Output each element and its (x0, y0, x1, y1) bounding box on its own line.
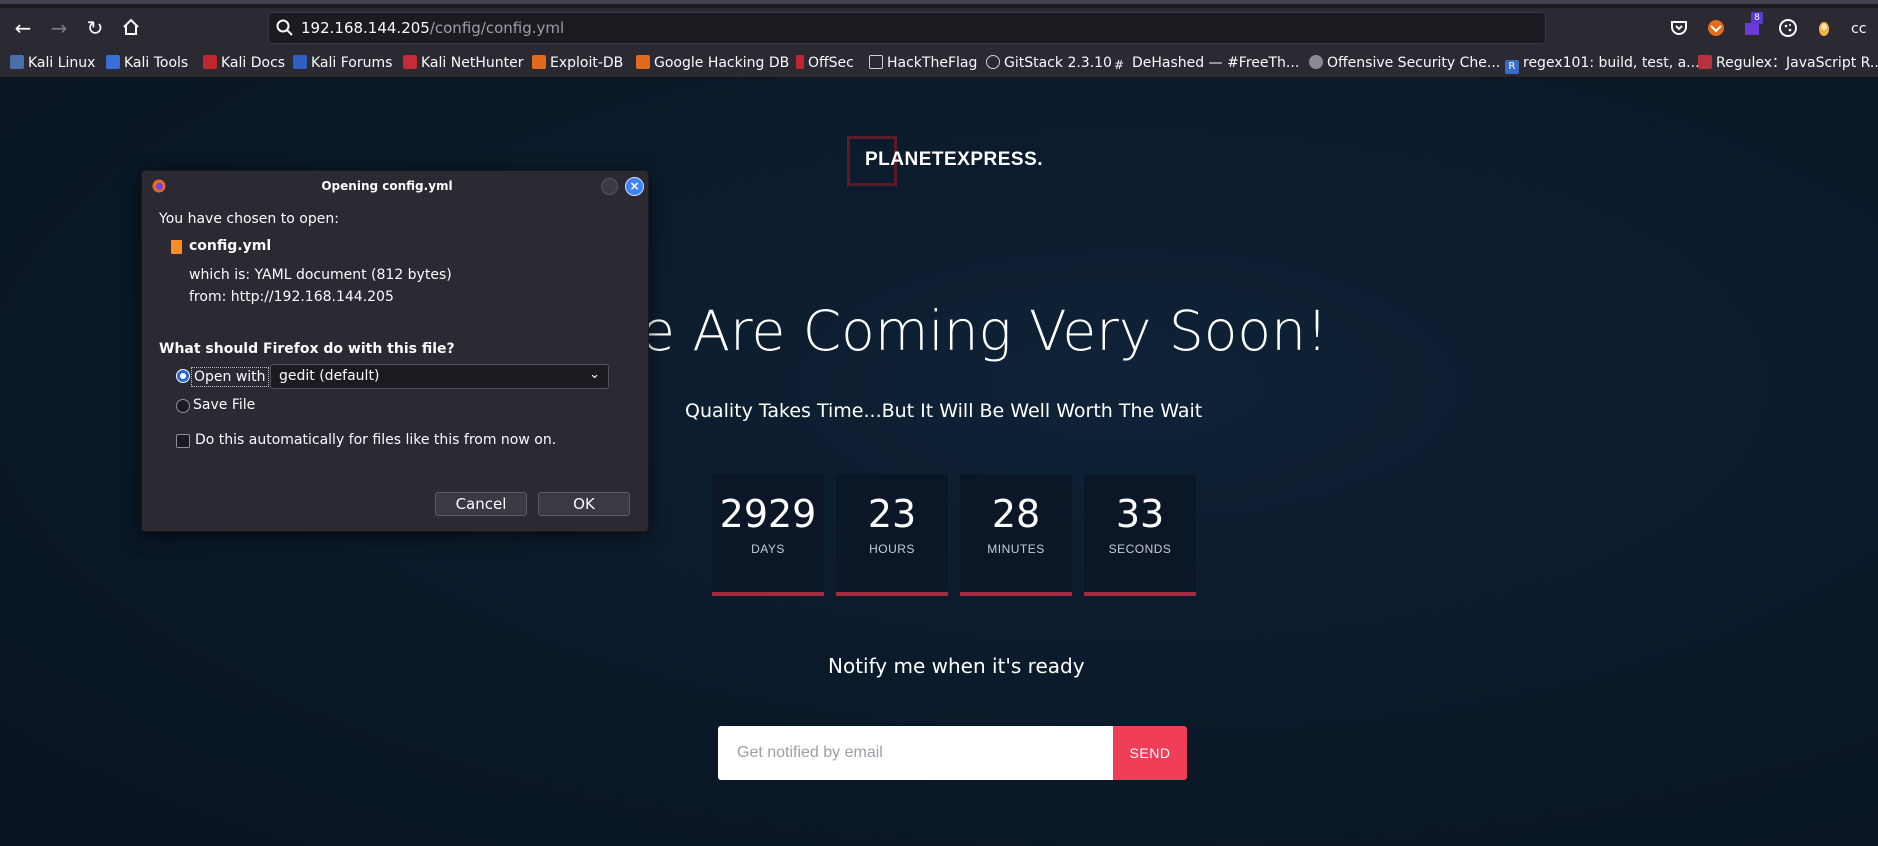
bookmark-kali-nethunter[interactable]: Kali NetHunter (403, 53, 523, 73)
countdown-hours: 23 HOURS (836, 474, 948, 596)
bookmark-kali-tools[interactable]: Kali Tools (106, 53, 188, 73)
bookmark-offsec[interactable]: OffSec (796, 53, 854, 73)
cookie-icon[interactable] (1777, 17, 1799, 39)
cancel-button[interactable]: Cancel (435, 492, 527, 516)
send-button[interactable]: SEND (1113, 726, 1187, 780)
file-type: which is: YAML document (812 bytes) (189, 267, 452, 283)
minimize-button[interactable] (601, 178, 618, 195)
save-file-label[interactable]: Save File (193, 397, 255, 413)
countdown-seconds: 33 SECONDS (1084, 474, 1196, 596)
file-icon (171, 240, 182, 254)
download-dialog: Opening config.yml × You have chosen to … (141, 170, 649, 532)
dialog-title: Opening config.yml (321, 179, 453, 193)
kali-tools-icon (106, 55, 120, 69)
bookmark-kali-docs[interactable]: Kali Docs (203, 53, 285, 73)
file-name: config.yml (189, 238, 272, 254)
ok-button[interactable]: OK (538, 492, 630, 516)
countdown-label: SECONDS (1108, 542, 1172, 556)
pocket-icon[interactable] (1668, 17, 1690, 39)
dialog-titlebar[interactable]: Opening config.yml × (142, 171, 648, 201)
intro-text: You have chosen to open: (159, 211, 339, 227)
close-button[interactable]: × (625, 177, 644, 196)
url-host: 192.168.144.205 (301, 19, 430, 37)
cheatsheet-icon (1309, 55, 1323, 69)
application-select[interactable]: gedit (default) ⌄ (270, 364, 609, 389)
countdown-value: 28 (991, 492, 1041, 536)
back-button[interactable]: ← (10, 15, 36, 41)
exploit-db-icon (532, 55, 546, 69)
bookmark-regex101[interactable]: Rregex101: build, test, a... (1505, 53, 1700, 74)
countdown-label: MINUTES (987, 542, 1045, 556)
countdown-label: DAYS (751, 542, 785, 556)
search-icon (276, 19, 293, 36)
flag-icon (869, 55, 883, 69)
auto-checkbox[interactable] (176, 434, 190, 448)
countdown-minutes: 28 MINUTES (960, 474, 1072, 596)
url-path: /config/config.yml (429, 19, 565, 37)
extension-button[interactable]: 8 (1741, 12, 1763, 39)
bookmark-kali-forums[interactable]: Kali Forums (293, 53, 392, 73)
ghdb-icon (636, 55, 650, 69)
foxyproxy-icon[interactable] (1705, 17, 1727, 39)
site-logo[interactable]: PLANETEXPRESS. (865, 149, 1043, 171)
regex101-icon: R (1505, 60, 1519, 74)
kali-dragon-icon (10, 55, 24, 69)
countdown-value: 23 (867, 492, 917, 536)
hacktools-icon[interactable]: cc (1850, 17, 1872, 39)
countdown-value: 2929 (719, 492, 817, 536)
url-text: 192.168.144.205/config/config.yml (301, 19, 564, 37)
offsec-icon (796, 55, 804, 69)
kali-forums-icon (293, 55, 307, 69)
forward-button[interactable]: → (46, 15, 72, 41)
bookmark-exploit-db[interactable]: Exploit-DB (532, 53, 623, 73)
address-bar[interactable]: 192.168.144.205/config/config.yml (268, 12, 1546, 44)
bookmarks-toolbar: Kali Linux Kali Tools Kali Docs Kali For… (0, 48, 1878, 78)
file-source: from: http://192.168.144.205 (189, 289, 394, 305)
extension-badge: 8 (1751, 12, 1763, 24)
svg-text:cc: cc (1851, 21, 1866, 37)
nethunter-icon (403, 55, 417, 69)
globe-icon (986, 55, 1000, 69)
countdown-value: 33 (1115, 492, 1165, 536)
action-question: What should Firefox do with this file? (159, 341, 455, 357)
selected-application: gedit (default) (279, 368, 380, 384)
home-button[interactable] (118, 16, 144, 42)
open-with-label[interactable]: Open with (191, 367, 269, 387)
wappalyzer-icon[interactable] (1813, 17, 1835, 39)
open-with-radio[interactable] (176, 369, 190, 383)
home-icon (123, 18, 139, 35)
reload-button[interactable]: ↻ (82, 15, 108, 41)
bookmark-kali-linux[interactable]: Kali Linux (10, 53, 95, 73)
kali-docs-icon (203, 55, 217, 69)
bookmark-offsec-cheatsheet[interactable]: Offensive Security Che... (1309, 53, 1500, 73)
chevron-down-icon: ⌄ (589, 367, 600, 382)
bookmark-google-hacking-db[interactable]: Google Hacking DB (636, 53, 789, 73)
auto-label[interactable]: Do this automatically for files like thi… (195, 432, 556, 448)
bookmark-dehashed[interactable]: # DeHashed — #FreeTh... (1114, 53, 1299, 73)
close-icon: × (629, 179, 640, 193)
countdown-label: HOURS (869, 542, 915, 556)
save-file-radio[interactable] (176, 399, 190, 413)
email-field[interactable] (718, 726, 1114, 780)
countdown-days: 2929 DAYS (712, 474, 824, 596)
regulex-icon (1698, 55, 1712, 69)
navigation-toolbar: ← → ↻ 192.168.144.205/config/config.yml … (0, 8, 1878, 48)
notify-text: Notify me when it's ready (828, 654, 1085, 678)
tab-strip (0, 0, 1878, 8)
bookmark-hacktheflag[interactable]: HackTheFlag (869, 53, 977, 73)
hash-icon: # (1114, 58, 1125, 72)
bookmark-regulex[interactable]: Regulex：JavaScript R... (1698, 53, 1878, 73)
bookmark-gitstack[interactable]: GitStack 2.3.10 (986, 53, 1112, 73)
